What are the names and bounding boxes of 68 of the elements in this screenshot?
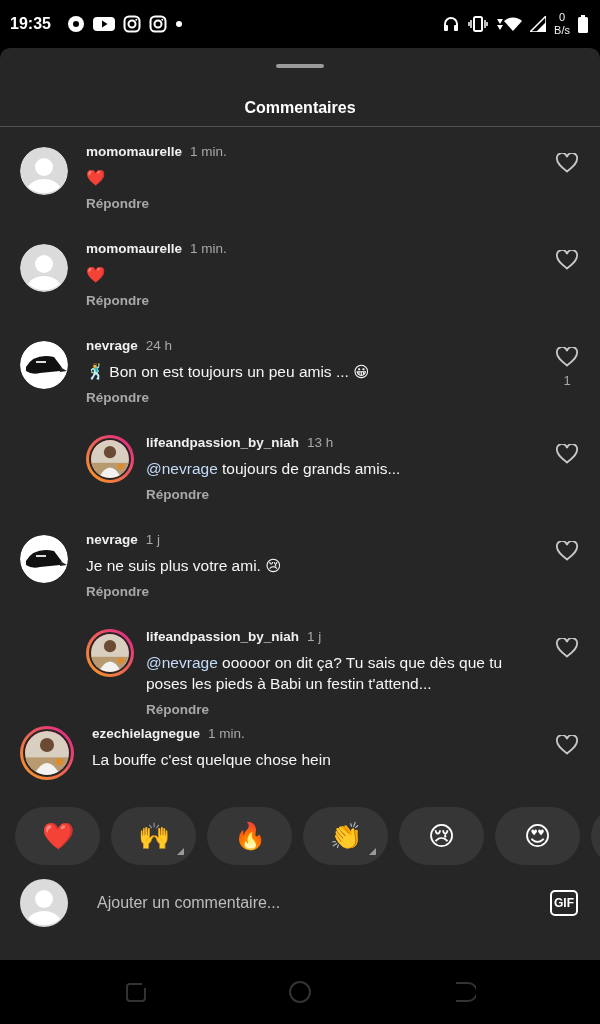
comment-time: 1 min. (208, 726, 245, 741)
avatar-icon (20, 244, 68, 292)
comment-text: @nevrage ooooor on dit ça? Tu sais que dès que tu poses les pieds à Babi un festin t'attend... (146, 653, 504, 694)
mention-link[interactable]: @nevrage (146, 654, 218, 671)
heart-icon[interactable] (556, 153, 578, 173)
comment-time: 1 j (145, 532, 161, 547)
heart-icon[interactable] (556, 444, 578, 464)
username[interactable]: momomaurelle (86, 241, 183, 256)
battery-icon (578, 15, 588, 33)
story-ring[interactable] (20, 726, 74, 780)
signal-icon (530, 16, 547, 32)
username[interactable]: lifeandpassion_by_niah (146, 629, 300, 644)
mention-link[interactable]: @nevrage (146, 460, 218, 477)
notification-icon (66, 15, 85, 33)
comment-time: 13 h (307, 435, 334, 450)
heart-icon[interactable] (556, 541, 578, 561)
username[interactable]: nevrage (86, 532, 138, 547)
reply-link[interactable]: Répondre (146, 700, 209, 721)
reaction-button[interactable]: 👏 (303, 807, 388, 865)
comment-time: 24 h (145, 338, 173, 353)
username[interactable]: nevrage (86, 338, 138, 353)
heart-icon[interactable] (556, 250, 578, 270)
wifi-icon (496, 15, 523, 33)
comment-time: 1 min. (190, 144, 227, 159)
comment-text: Je ne suis plus votre ami. 😢 (86, 556, 283, 576)
corner-icon (177, 848, 184, 855)
comment-field[interactable]: Ajouter un commentaire... (95, 890, 550, 916)
comment-time: 1 j (307, 629, 322, 644)
clock-text: 19:35 (10, 14, 51, 34)
camera-icon (148, 15, 167, 33)
dot-icon (174, 20, 183, 28)
heart-icon[interactable] (556, 735, 578, 755)
camera-icon (122, 15, 141, 33)
gif-button[interactable]: GIF (550, 890, 578, 916)
reaction-button[interactable]: 🙌 (111, 807, 196, 865)
comment-text: ❤ (86, 265, 106, 285)
comment-text: La bouffe c'est quelque chose hein (92, 750, 332, 770)
reaction-button[interactable]: ❤ (15, 807, 100, 865)
comment-text: ❤ (86, 168, 106, 188)
drag-handle[interactable] (276, 64, 324, 68)
reply-link[interactable]: Répondre (86, 291, 149, 312)
reaction-button[interactable]: 😢 (399, 807, 484, 865)
username[interactable]: lifeandpassion_by_niah (146, 435, 300, 450)
comment-text: 🕺 Bon on est toujours un peu amis ... 😀 (86, 362, 371, 382)
comment-time: 1 min. (190, 241, 227, 256)
reply-link[interactable]: Répondre (146, 485, 209, 506)
reply-link[interactable]: Répondre (86, 582, 149, 603)
corner-icon (369, 848, 376, 855)
vibrate-icon (468, 16, 489, 32)
sheet-title: Commentaires (243, 98, 357, 118)
story-ring[interactable] (86, 629, 134, 677)
reply-link[interactable]: Répondre (86, 194, 149, 215)
speed-value: 0 (559, 11, 566, 24)
reply-link[interactable]: Répondre (86, 388, 149, 409)
heart-icon[interactable] (556, 347, 578, 367)
video-play-icon (92, 16, 115, 32)
story-ring[interactable] (86, 435, 134, 483)
headphones-icon (442, 15, 461, 33)
heart-icon[interactable] (556, 638, 578, 658)
speed-unit: B/s (554, 24, 570, 37)
comment-text: @nevrage toujours de grands amis... (146, 459, 402, 479)
reaction-button[interactable]: 🔥 (207, 807, 292, 865)
username[interactable]: ezechielagnegue (92, 726, 201, 741)
avatar-icon (20, 147, 68, 195)
username[interactable]: momomaurelle (86, 144, 183, 159)
avatar-icon (20, 879, 68, 927)
like-count: 1 (563, 372, 571, 390)
reaction-button[interactable]: 😍 (495, 807, 580, 865)
